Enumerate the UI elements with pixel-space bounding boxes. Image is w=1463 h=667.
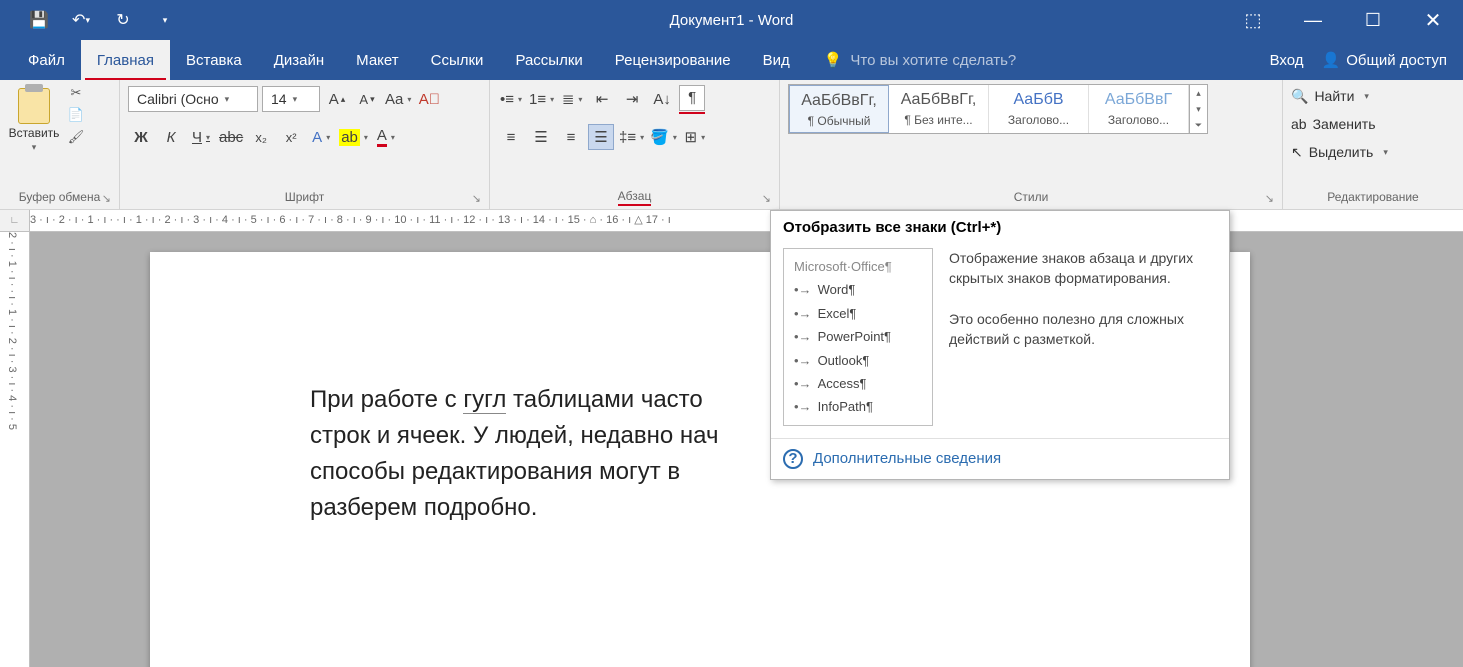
strikethrough-button[interactable]: abc [218,124,244,150]
style-heading2[interactable]: АаБбВвГ Заголово... [1089,85,1189,133]
tab-file[interactable]: Файл [12,40,81,80]
group-font: Calibri (Осно▾ 14▾ A▴ A▾ Aa▾ A⃠ Ж К Ч▾ a… [120,80,490,209]
change-case-button[interactable]: Aa▾ [384,86,412,112]
redo-button[interactable]: ↻ [102,0,144,40]
highlight-underline [679,112,705,114]
align-left-button[interactable]: ≡ [498,124,524,150]
font-size-combo[interactable]: 14▾ [262,86,320,112]
tab-references[interactable]: Ссылки [415,40,500,80]
tooltip-description: Отображение знаков абзаца и других скрыт… [949,248,1217,426]
qat-customize[interactable]: ▾ [144,0,186,40]
lightbulb-icon: 💡 [824,51,843,69]
group-paragraph: •≡▾ 1≡▾ ≣▾ ⇤ ⇥ A↓ ¶ ≡ ☰ ≡ ☰ ‡≡▾ 🪣▾ ⊞▾ [490,80,780,209]
tooltip-more-link[interactable]: ? Дополнительные сведения [771,438,1229,479]
tooltip-title: Отобразить все знаки (Ctrl+*) [771,211,1229,244]
styles-more-button[interactable]: ▴▾⏷ [1189,85,1207,133]
highlight-button[interactable]: ab▾ [338,124,369,150]
ribbon-tabs: Файл Главная Вставка Дизайн Макет Ссылки… [0,40,1463,80]
styles-gallery[interactable]: АаБбВвГг, ¶ Обычный АаБбВвГг, ¶ Без инте… [788,84,1208,134]
align-right-button[interactable]: ≡ [558,124,584,150]
tab-mailings[interactable]: Рассылки [499,40,598,80]
search-icon: 🔍 [1291,88,1308,105]
sign-in-link[interactable]: Вход [1270,52,1304,69]
share-button[interactable]: 👤 Общий доступ [1322,51,1447,69]
replace-button[interactable]: abЗаменить [1291,112,1388,136]
subscript-button[interactable]: x₂ [248,124,274,150]
copy-button[interactable]: 📄 [66,106,86,124]
quick-access-toolbar: 💾 ↶ ▾ ↻ ▾ [0,0,186,40]
shading-button[interactable]: 🪣▾ [649,124,678,150]
multilevel-button[interactable]: ≣▾ [559,86,585,112]
clipboard-launcher[interactable]: ↘ [102,192,111,205]
document-area[interactable]: При работе с гугл таблицами часто бцов, … [30,232,1463,667]
style-no-spacing[interactable]: АаБбВвГг, ¶ Без инте... [889,85,989,133]
close-button[interactable]: ✕ [1403,0,1463,40]
tooltip-preview: Microsoft·Office¶ •→Word¶ •→Excel¶ •→Pow… [783,248,933,426]
ribbon: Вставить ▾ ✂ 📄 🖌 Буфер обмена↘ Calibri (… [0,80,1463,210]
clipboard-icon [18,88,50,124]
increase-indent-button[interactable]: ⇥ [619,86,645,112]
tab-review[interactable]: Рецензирование [599,40,747,80]
grow-font-button[interactable]: A▴ [324,86,350,112]
show-marks-tooltip: Отобразить все знаки (Ctrl+*) Microsoft·… [770,210,1230,480]
format-painter-button[interactable]: 🖌 [66,128,86,146]
ruler-corner[interactable]: ∟ [0,210,30,232]
vertical-ruler[interactable]: 2 · ı · 1 · ı · · ı · 1 · ı · 2 · ı · 3 … [0,232,30,667]
horizontal-ruler[interactable]: 3 · ı · 2 · ı · 1 · ı · · ı · 1 · ı · 2 … [30,210,1463,232]
borders-button[interactable]: ⊞▾ [682,124,708,150]
tab-insert[interactable]: Вставка [170,40,258,80]
tab-view[interactable]: Вид [747,40,806,80]
line-spacing-button[interactable]: ‡≡▾ [618,124,645,150]
paste-button[interactable]: Вставить ▾ [8,84,60,153]
style-heading1[interactable]: АаБбВ Заголово... [989,85,1089,133]
minimize-button[interactable]: — [1283,0,1343,40]
group-styles: АаБбВвГг, ¶ Обычный АаБбВвГг, ¶ Без инте… [780,80,1283,209]
group-editing: 🔍Найти▾ abЗаменить ↖Выделить▾ Редактиров… [1283,80,1463,209]
numbering-button[interactable]: 1≡▾ [528,86,555,112]
underline-button[interactable]: Ч▾ [188,124,214,150]
undo-button[interactable]: ↶ ▾ [60,0,102,40]
align-center-button[interactable]: ☰ [528,124,554,150]
show-hide-paragraph-marks-button[interactable]: ¶ [679,85,705,111]
font-color-button[interactable]: A▾ [373,124,399,150]
paragraph-launcher[interactable]: ↘ [762,192,771,205]
bullets-button[interactable]: •≡▾ [498,86,524,112]
font-launcher[interactable]: ↘ [472,192,481,205]
style-normal[interactable]: АаБбВвГг, ¶ Обычный [789,85,889,133]
maximize-button[interactable]: ☐ [1343,0,1403,40]
select-button[interactable]: ↖Выделить▾ [1291,140,1388,164]
workspace: ∟ 3 · ı · 2 · ı · 1 · ı · · ı · 1 · ı · … [0,210,1463,667]
justify-button[interactable]: ☰ [588,124,614,150]
decrease-indent-button[interactable]: ⇤ [589,86,615,112]
shrink-font-button[interactable]: A▾ [354,86,380,112]
italic-button[interactable]: К [158,124,184,150]
tell-me-search[interactable]: 💡 Что вы хотите сделать? [806,40,1035,80]
superscript-button[interactable]: x² [278,124,304,150]
sort-button[interactable]: A↓ [649,86,675,112]
font-name-combo[interactable]: Calibri (Осно▾ [128,86,258,112]
tab-design[interactable]: Дизайн [258,40,340,80]
bold-button[interactable]: Ж [128,124,154,150]
title-bar: 💾 ↶ ▾ ↻ ▾ Документ1 - Word ⬚ — ☐ ✕ [0,0,1463,40]
cursor-icon: ↖ [1291,144,1303,161]
clear-formatting-button[interactable]: A⃠ [416,86,442,112]
help-icon: ? [783,449,803,469]
text-effects-button[interactable]: A▾ [308,124,334,150]
cut-button[interactable]: ✂ [66,84,86,102]
tab-home[interactable]: Главная [81,40,170,80]
ribbon-display-options[interactable]: ⬚ [1223,0,1283,40]
styles-launcher[interactable]: ↘ [1265,192,1274,205]
share-icon: 👤 [1322,51,1341,69]
find-button[interactable]: 🔍Найти▾ [1291,84,1388,108]
replace-icon: ab [1291,116,1307,132]
save-button[interactable]: 💾 [18,0,60,40]
tab-layout[interactable]: Макет [340,40,414,80]
group-clipboard: Вставить ▾ ✂ 📄 🖌 Буфер обмена↘ [0,80,120,209]
